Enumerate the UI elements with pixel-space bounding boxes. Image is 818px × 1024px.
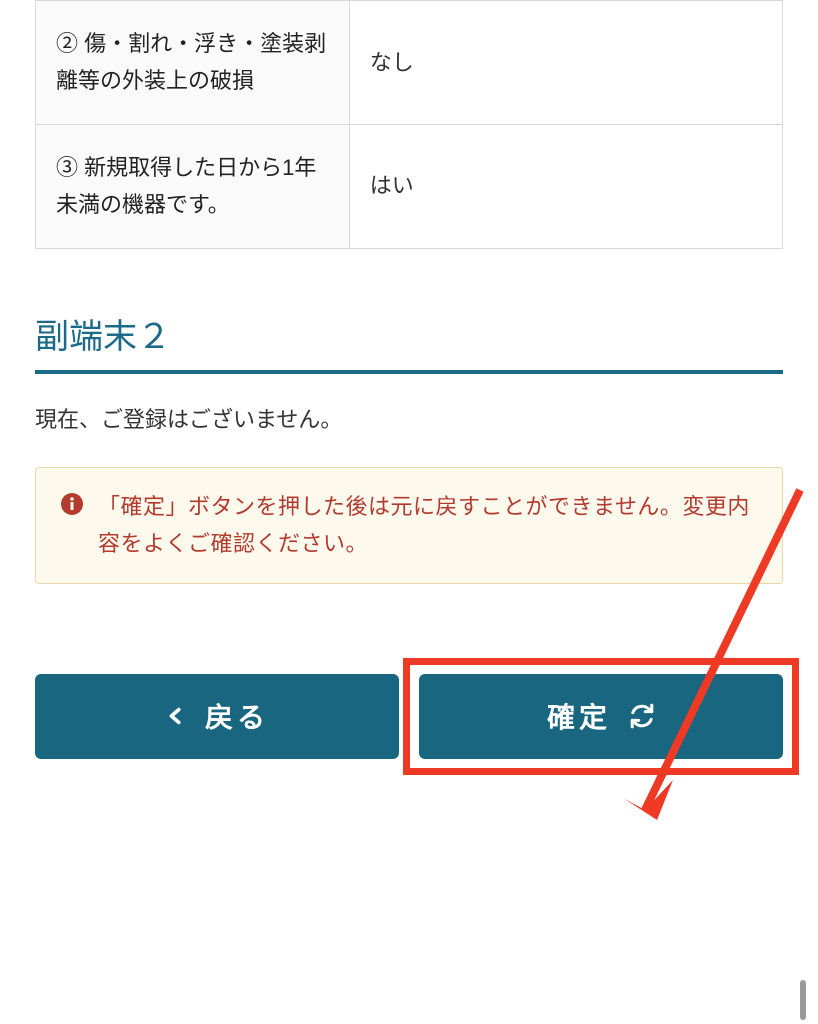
warning-box: 「確定」ボタンを押した後は元に戻すことができません。変更内容をよくご確認ください… <box>35 467 783 584</box>
confirm-button-label: 確定 <box>547 696 611 736</box>
info-icon <box>60 492 84 516</box>
confirm-button[interactable]: 確定 <box>419 674 783 759</box>
table-label-cell: ② 傷・割れ・浮き・塗装剥離等の外装上の破損 <box>36 1 350 125</box>
warning-text: 「確定」ボタンを押した後は元に戻すことができません。変更内容をよくご確認ください… <box>98 488 758 563</box>
no-registration-text: 現在、ご登録はございません。 <box>35 402 783 437</box>
table-row: ② 傷・割れ・浮き・塗装剥離等の外装上の破損 なし <box>36 1 783 125</box>
button-row: 戻る 確定 <box>35 674 783 789</box>
table-value-cell: はい <box>349 124 782 248</box>
table-row: ③ 新規取得した日から1年未満の機器です。 はい <box>36 124 783 248</box>
device-info-table: ② 傷・割れ・浮き・塗装剥離等の外装上の破損 なし ③ 新規取得した日から1年未… <box>35 0 783 249</box>
refresh-icon <box>629 703 655 729</box>
table-label-cell: ③ 新規取得した日から1年未満の機器です。 <box>36 124 350 248</box>
chevron-left-icon <box>165 705 187 727</box>
back-button-label: 戻る <box>205 696 269 736</box>
table-value-cell: なし <box>349 1 782 125</box>
section-title-subdevice-2: 副端末２ <box>35 309 783 374</box>
back-button[interactable]: 戻る <box>35 674 399 759</box>
scrollbar-thumb[interactable] <box>800 980 806 1020</box>
